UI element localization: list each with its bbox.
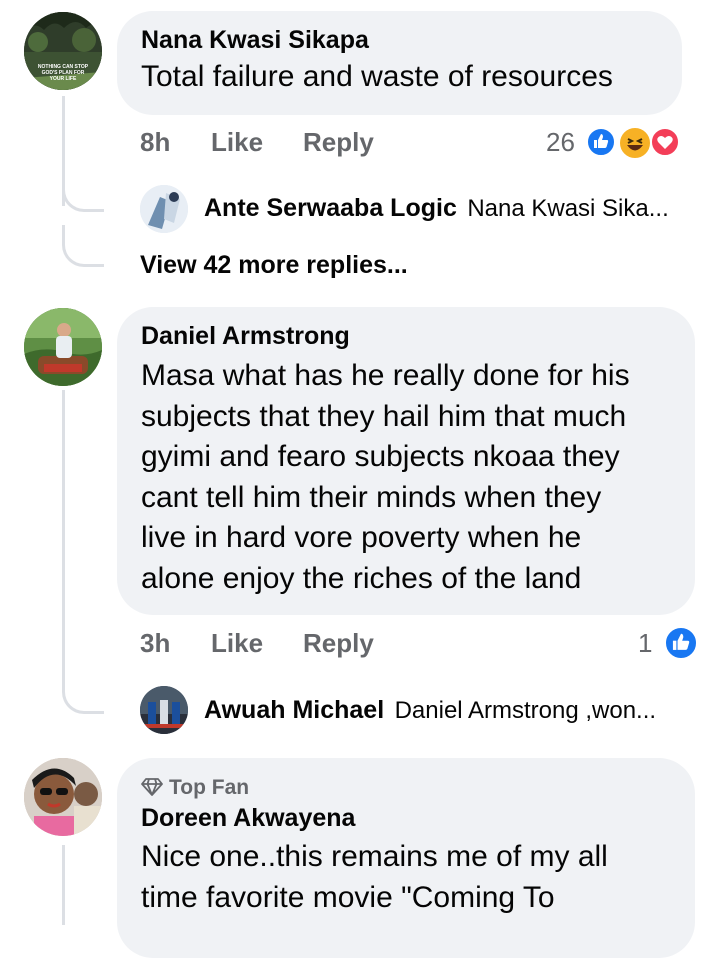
comment-bubble[interactable]: Daniel Armstrong Masa what has he really… (117, 307, 695, 615)
like-icon (664, 626, 698, 660)
reply-button[interactable]: Reply (303, 127, 374, 158)
top-fan-label: Top Fan (169, 776, 250, 799)
comment-text-line: Nice one..this remains me of my all (141, 840, 608, 873)
comment-text: Nice one..this remains me of my all time… (141, 837, 671, 918)
avatar-caption: NOTHING CAN STOP GOD'S PLAN FOR YOUR LIF… (37, 64, 89, 82)
reply-connector (62, 170, 104, 212)
reply-snippet: Daniel Armstrong ,won... (394, 697, 657, 724)
thread-line (62, 845, 65, 925)
reaction-count: 26 (546, 127, 575, 157)
view-more-replies-link[interactable]: View 42 more replies... (140, 251, 408, 280)
avatar[interactable]: NOTHING CAN STOP GOD'S PLAN FOR YOUR LIF… (24, 12, 102, 90)
avatar[interactable] (24, 758, 102, 836)
reaction-count: 1 (638, 628, 653, 658)
reaction-summary[interactable]: 1 (630, 626, 700, 662)
haha-icon (618, 126, 652, 160)
diamond-icon (141, 778, 163, 796)
top-fan-badge: Top Fan (141, 775, 671, 801)
comment-text-line: time favorite movie "Coming To (141, 880, 555, 914)
comment-text-line: gyimi and fearo subjects nkoaa they (141, 440, 620, 473)
reply-avatar-image (140, 686, 188, 734)
comment-text-line: Masa what has he really done for his (141, 359, 630, 392)
reply-connector (62, 672, 104, 714)
reaction-summary[interactable]: 26 (540, 124, 690, 164)
reply-preview[interactable]: Ante Serwaaba Logic Nana Kwasi Sika... (204, 194, 669, 223)
comment-text: Total failure and waste of resources (141, 60, 613, 93)
comment-text-line: live in hard vore poverty when he (141, 521, 582, 554)
comment-bubble[interactable]: Top Fan Doreen Akwayena Nice one..this r… (117, 758, 695, 958)
comment-time[interactable]: 3h (140, 628, 170, 659)
reply-connector (62, 225, 104, 267)
comment-actions: 3h Like Reply (0, 628, 720, 662)
comment-text-line: alone enjoy the riches of the land (141, 561, 582, 595)
avatar-image (24, 758, 102, 836)
comment-text: Masa what has he really done for his sub… (141, 356, 671, 599)
like-button[interactable]: Like (211, 127, 263, 158)
reply-avatar[interactable] (140, 686, 188, 734)
avatar[interactable] (24, 308, 102, 386)
reply-author[interactable]: Ante Serwaaba Logic (204, 194, 457, 222)
comment-author[interactable]: Doreen Akwayena (141, 803, 671, 833)
reply-avatar-image (140, 185, 188, 233)
avatar-image (24, 308, 102, 386)
comment-bubble[interactable]: Nana Kwasi Sikapa Total failure and wast… (117, 11, 682, 115)
reply-avatar[interactable] (140, 185, 188, 233)
reply-preview[interactable]: Awuah Michael Daniel Armstrong ,won... (204, 696, 656, 725)
reply-author[interactable]: Awuah Michael (204, 696, 384, 724)
like-button[interactable]: Like (211, 628, 263, 659)
comment-text-line: subjects that they hail him that much (141, 399, 627, 433)
reply-snippet: Nana Kwasi Sika... (467, 195, 669, 222)
comment-author[interactable]: Daniel Armstrong (141, 321, 671, 351)
comment-author[interactable]: Nana Kwasi Sikapa (141, 25, 658, 55)
comment-text-line: cant tell him their minds when they (141, 480, 602, 514)
love-icon (650, 127, 680, 157)
comment-time[interactable]: 8h (140, 127, 170, 158)
like-icon (586, 127, 616, 157)
reply-button[interactable]: Reply (303, 628, 374, 659)
